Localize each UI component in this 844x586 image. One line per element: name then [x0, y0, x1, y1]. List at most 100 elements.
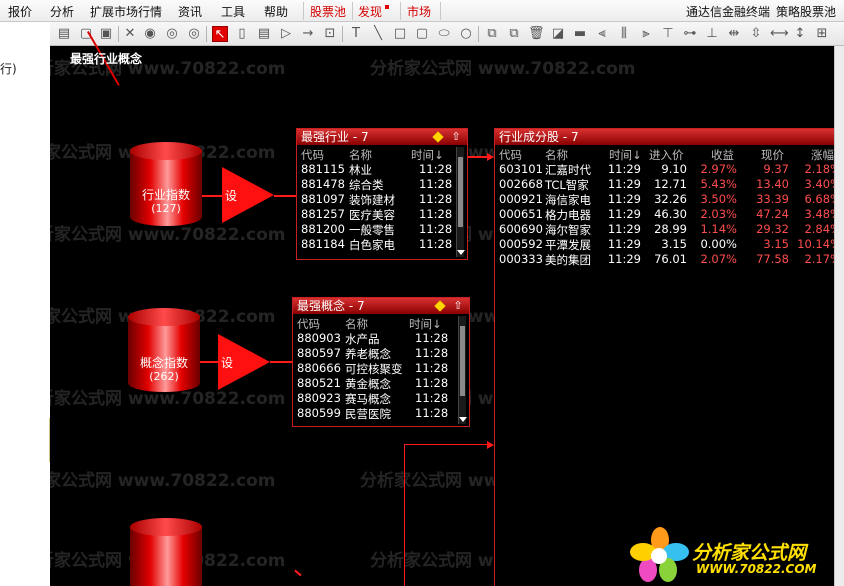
- column-header[interactable]: 涨幅: [811, 147, 834, 163]
- delete-icon[interactable]: ✕: [122, 26, 138, 42]
- arrow-icon[interactable]: →: [300, 26, 316, 42]
- rounded-rect-icon[interactable]: ▢: [414, 26, 430, 42]
- same-height-icon[interactable]: ↕: [792, 26, 808, 42]
- menu-item-news[interactable]: 资讯: [178, 3, 202, 20]
- scrollbar-thumb[interactable]: [458, 157, 463, 227]
- diamond-icon[interactable]: [434, 300, 446, 312]
- cell-name: 水产品: [345, 332, 380, 346]
- menu-item-tools[interactable]: 工具: [221, 3, 245, 20]
- diamond-icon[interactable]: [432, 131, 444, 143]
- vertical-scrollbar[interactable]: [456, 147, 465, 257]
- column-header[interactable]: 时间↓: [409, 316, 442, 332]
- line-icon[interactable]: ╲: [370, 26, 386, 42]
- distribute-v-icon[interactable]: ⇳: [748, 26, 764, 42]
- connector-line: [202, 195, 224, 197]
- export-up-icon[interactable]: ⇧: [450, 130, 462, 143]
- cell-code: 880923: [297, 391, 341, 405]
- cell-time: 11:28: [419, 237, 453, 251]
- node-label: 行业指数: [141, 188, 190, 202]
- cylinder-icon[interactable]: ▯: [234, 26, 250, 42]
- align-middle-icon[interactable]: ⊶: [682, 26, 698, 42]
- menu-item-help[interactable]: 帮助: [264, 3, 288, 20]
- align-left-icon[interactable]: ⫷: [594, 26, 610, 42]
- concept-index-node[interactable]: 概念指数 (262): [128, 308, 200, 392]
- connector-line: [404, 444, 492, 445]
- paste-icon[interactable]: ⧉: [506, 26, 522, 42]
- column-header[interactable]: 收益: [711, 147, 734, 163]
- cell-current-price: 47.24: [756, 207, 789, 221]
- column-header[interactable]: 名称: [345, 316, 368, 332]
- cell-change: 3.48%: [804, 207, 834, 221]
- pause-icon[interactable]: ◎: [164, 26, 180, 42]
- align-center-icon[interactable]: ⫼: [616, 26, 632, 42]
- menu-separator: [400, 2, 401, 20]
- circle-icon[interactable]: ○: [458, 26, 474, 42]
- menu-item-ext-market[interactable]: 扩展市场行情: [90, 3, 162, 20]
- copy-icon[interactable]: ⧉: [484, 26, 500, 42]
- cell-change: 10.14%: [797, 237, 834, 251]
- fill-icon[interactable]: ◪: [550, 26, 566, 42]
- strategy-canvas[interactable]: 分析家公式网 www.70822.com 分析家公式网 www.70822.co…: [50, 46, 834, 586]
- same-size-icon[interactable]: ⊞: [814, 26, 830, 42]
- column-header[interactable]: 现价: [761, 147, 784, 163]
- rectangle-icon[interactable]: □: [392, 26, 408, 42]
- menu-item-market[interactable]: 市场: [407, 3, 431, 20]
- vertical-scrollbar[interactable]: [458, 316, 467, 424]
- column-header[interactable]: 进入价: [649, 147, 684, 163]
- stop-icon[interactable]: ◎: [186, 26, 202, 42]
- trash-icon[interactable]: 🗑: [528, 26, 545, 42]
- play-icon[interactable]: ◉: [142, 26, 158, 42]
- toolbar-separator: [206, 26, 207, 42]
- export-up-icon[interactable]: ⇧: [452, 299, 464, 312]
- strongest-industry-panel[interactable]: 最强行业 - 7 ⇧ 代码 名称 时间↓ 881115 林业 11:28 881478…: [296, 128, 468, 260]
- align-top-icon[interactable]: ⊤: [660, 26, 676, 42]
- column-header[interactable]: 时间↓: [411, 147, 444, 163]
- panel-title: 最强概念 - 7 ⇧: [293, 298, 469, 314]
- panel-title-text: 最强概念 - 7: [297, 299, 365, 313]
- align-bottom-icon[interactable]: ⊥: [704, 26, 720, 42]
- index-node[interactable]: [130, 518, 202, 586]
- menu-item-analysis[interactable]: 分析: [50, 3, 74, 20]
- table-icon[interactable]: ▤: [256, 26, 272, 42]
- strongest-concept-panel[interactable]: 最强概念 - 7 ⇧ 代码 名称 时间↓ 880903 水产品 11:28 88059…: [292, 297, 470, 427]
- connector-line: [270, 361, 292, 363]
- industry-stocks-panel[interactable]: 行业成分股 - 7 代码 名称 时间↓ 进入价 收益 现价 涨幅 603101 汇…: [494, 128, 834, 586]
- menu-item-strategy-pool[interactable]: 策略股票池: [776, 3, 836, 20]
- cell-name: 医疗美容: [349, 208, 395, 222]
- cell-return: 0.00%: [700, 237, 737, 251]
- flower-logo-icon: [630, 527, 689, 582]
- cell-return: 2.07%: [700, 252, 737, 266]
- menu-item-discover[interactable]: 发现: [358, 3, 382, 20]
- cell-code: 603101: [499, 162, 543, 176]
- scroll-down-icon[interactable]: [457, 250, 465, 255]
- right-scrollbar[interactable]: [834, 46, 844, 586]
- cell-entry-price: 46.30: [654, 207, 687, 221]
- column-header[interactable]: 名称: [545, 147, 568, 163]
- triangle-icon[interactable]: ▷: [278, 26, 294, 42]
- text-icon[interactable]: T: [348, 26, 364, 42]
- annotation-label: 最强行业概念: [70, 52, 143, 66]
- line-width-icon[interactable]: ▬: [572, 26, 588, 42]
- menu-item-quote[interactable]: 报价: [8, 3, 32, 20]
- column-header[interactable]: 代码: [297, 316, 320, 332]
- distribute-h-icon[interactable]: ⇹: [726, 26, 742, 42]
- pointer-icon[interactable]: ↖: [212, 26, 228, 42]
- same-width-icon[interactable]: ⟷: [770, 26, 789, 42]
- scrollbar-thumb[interactable]: [460, 326, 465, 396]
- connector-icon[interactable]: ⊡: [322, 26, 338, 42]
- ellipse-icon[interactable]: ⬭: [436, 26, 452, 42]
- column-header[interactable]: 名称: [349, 147, 372, 163]
- save-icon[interactable]: ▣: [98, 26, 114, 42]
- column-header[interactable]: 代码: [499, 147, 522, 163]
- column-header[interactable]: 时间↓: [609, 147, 642, 163]
- scroll-down-icon[interactable]: [459, 417, 467, 422]
- align-right-icon[interactable]: ⫸: [638, 26, 654, 42]
- menu-item-stock-pool[interactable]: 股票池: [310, 3, 346, 20]
- industry-index-node[interactable]: 行业指数 (127): [130, 142, 202, 226]
- node-count: (262): [149, 370, 179, 383]
- column-header[interactable]: 代码: [301, 147, 324, 163]
- cell-name: 林业: [349, 163, 372, 177]
- new-doc-icon[interactable]: ▤: [56, 26, 72, 42]
- cell-name: 海尔智家: [545, 223, 591, 237]
- cell-change: 2.18%: [804, 162, 834, 176]
